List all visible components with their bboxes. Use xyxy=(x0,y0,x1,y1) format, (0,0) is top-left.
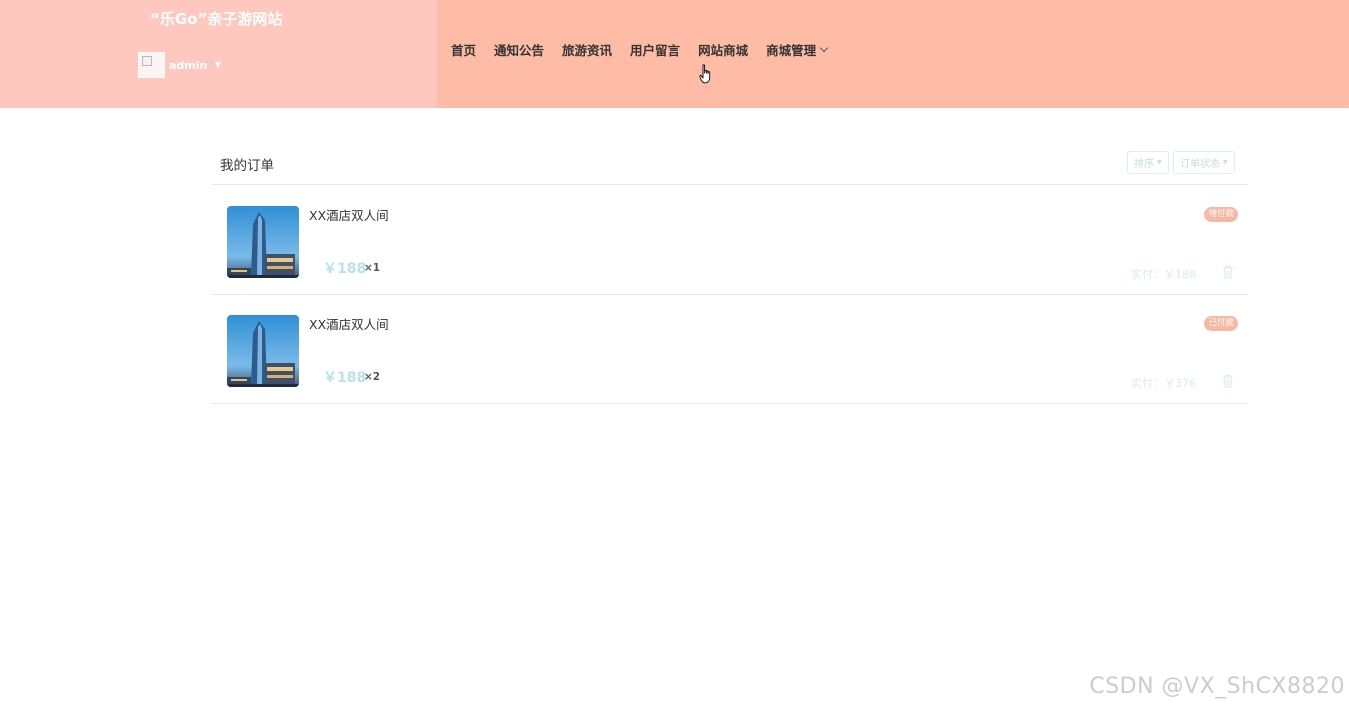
order-status-dropdown[interactable]: 订单状态 ▼ xyxy=(1173,151,1235,174)
watermark: CSDN @VX_ShCX8820 xyxy=(1089,674,1345,699)
nav-item-home[interactable]: 首页 xyxy=(451,40,476,59)
nav-item-shop[interactable]: 网站商城 xyxy=(698,40,748,59)
sort-label: 排序 xyxy=(1134,159,1154,170)
nav-item-label: 商城管理 xyxy=(766,43,817,58)
hand-cursor-icon xyxy=(699,64,711,84)
paid-amount: 实付：￥188 xyxy=(1131,268,1196,281)
nav-item-label: 旅游资讯 xyxy=(562,43,613,58)
header: “乐Go”亲子游网站 admin ▼ 首页 通知公告 旅游资讯 用户留言 网站商… xyxy=(0,0,1349,108)
caret-down-icon: ▼ xyxy=(1157,159,1162,166)
broken-image-icon xyxy=(142,56,152,66)
product-image[interactable] xyxy=(227,206,299,278)
product-price: ￥188 xyxy=(323,370,367,386)
caret-down-icon: ▼ xyxy=(1223,159,1228,166)
nav-item-label: 通知公告 xyxy=(494,43,545,58)
avatar[interactable] xyxy=(138,52,165,78)
product-price: ￥188 xyxy=(323,261,367,277)
page-title: 我的订单 xyxy=(220,158,274,174)
product-quantity: ×2 xyxy=(364,371,381,383)
nav-item-notices[interactable]: 通知公告 xyxy=(494,40,544,59)
nav-item-shop-admin[interactable]: 商城管理 xyxy=(766,40,829,59)
product-name[interactable]: XX酒店双人间 xyxy=(309,314,389,333)
nav-item-label: 网站商城 xyxy=(698,43,749,58)
nav-bar: 首页 通知公告 旅游资讯 用户留言 网站商城 商城管理 xyxy=(437,0,1349,108)
site-title[interactable]: “乐Go”亲子游网站 xyxy=(150,8,282,29)
divider xyxy=(212,403,1248,404)
status-badge: 待付款 xyxy=(1204,207,1238,222)
nav-item-travel-news[interactable]: 旅游资讯 xyxy=(562,40,612,59)
trash-icon[interactable] xyxy=(1222,374,1234,388)
sort-dropdown[interactable]: 排序 ▼ xyxy=(1127,151,1169,174)
product-name[interactable]: XX酒店双人间 xyxy=(309,205,389,224)
order-status-label: 订单状态 xyxy=(1180,159,1220,170)
product-quantity: ×1 xyxy=(364,262,381,274)
username[interactable]: admin xyxy=(169,59,207,72)
main-nav: 首页 通知公告 旅游资讯 用户留言 网站商城 商城管理 xyxy=(451,40,845,59)
nav-item-messages[interactable]: 用户留言 xyxy=(630,40,680,59)
order-row: XX酒店双人间 ￥188 ×2 已付款 实付：￥376 xyxy=(212,294,1248,403)
chevron-down-icon xyxy=(819,43,829,52)
status-badge: 已付款 xyxy=(1204,316,1238,331)
nav-item-label: 用户留言 xyxy=(630,43,681,58)
nav-item-label: 首页 xyxy=(451,43,477,58)
user-menu-caret-icon[interactable]: ▼ xyxy=(215,60,221,69)
brand-area: “乐Go”亲子游网站 admin ▼ xyxy=(0,0,437,108)
product-image[interactable] xyxy=(227,315,299,387)
trash-icon[interactable] xyxy=(1222,265,1234,279)
paid-amount: 实付：￥376 xyxy=(1131,377,1196,390)
order-row: XX酒店双人间 ￥188 ×1 待付款 实付：￥188 xyxy=(212,185,1248,294)
